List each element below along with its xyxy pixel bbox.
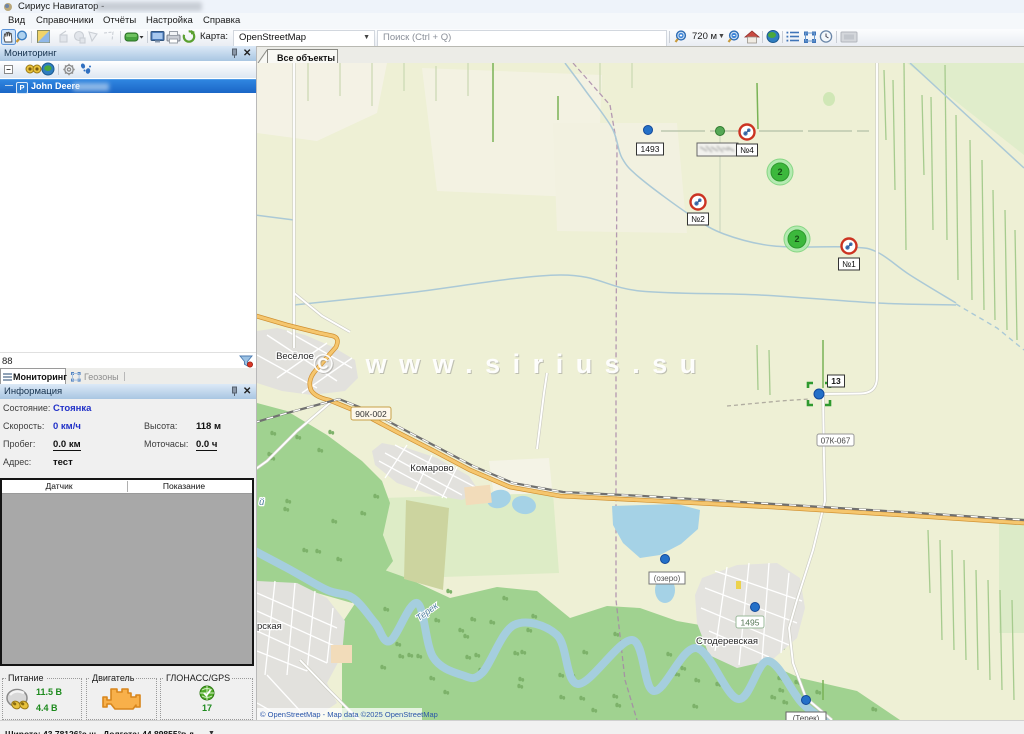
- svg-text:2: 2: [794, 234, 799, 244]
- svg-text:07К-067: 07К-067: [821, 437, 851, 446]
- svg-text:рская: рская: [257, 621, 282, 632]
- svg-text:2: 2: [777, 167, 782, 177]
- svg-text:1493: 1493: [641, 144, 660, 154]
- svg-text:13: 13: [831, 376, 841, 386]
- svg-text:(озеро): (озеро): [654, 574, 681, 583]
- svg-text:№1: №1: [842, 259, 856, 269]
- svg-text:Весёлое: Весёлое: [276, 351, 314, 362]
- svg-text:Стодеревская: Стодеревская: [696, 636, 758, 647]
- svg-text:© OpenStreetMap - Map data ©20: © OpenStreetMap - Map data ©2025 OpenStr…: [260, 710, 438, 719]
- svg-text:Комарово: Комарово: [410, 463, 453, 474]
- svg-text:№2: №2: [691, 214, 705, 224]
- svg-text:№4: №4: [740, 145, 754, 155]
- svg-text:1495: 1495: [741, 618, 760, 628]
- svg-text:й: й: [259, 497, 265, 508]
- svg-text:90К-002: 90К-002: [355, 409, 387, 419]
- svg-text:© www.sirius.su: © www.sirius.su: [313, 349, 708, 379]
